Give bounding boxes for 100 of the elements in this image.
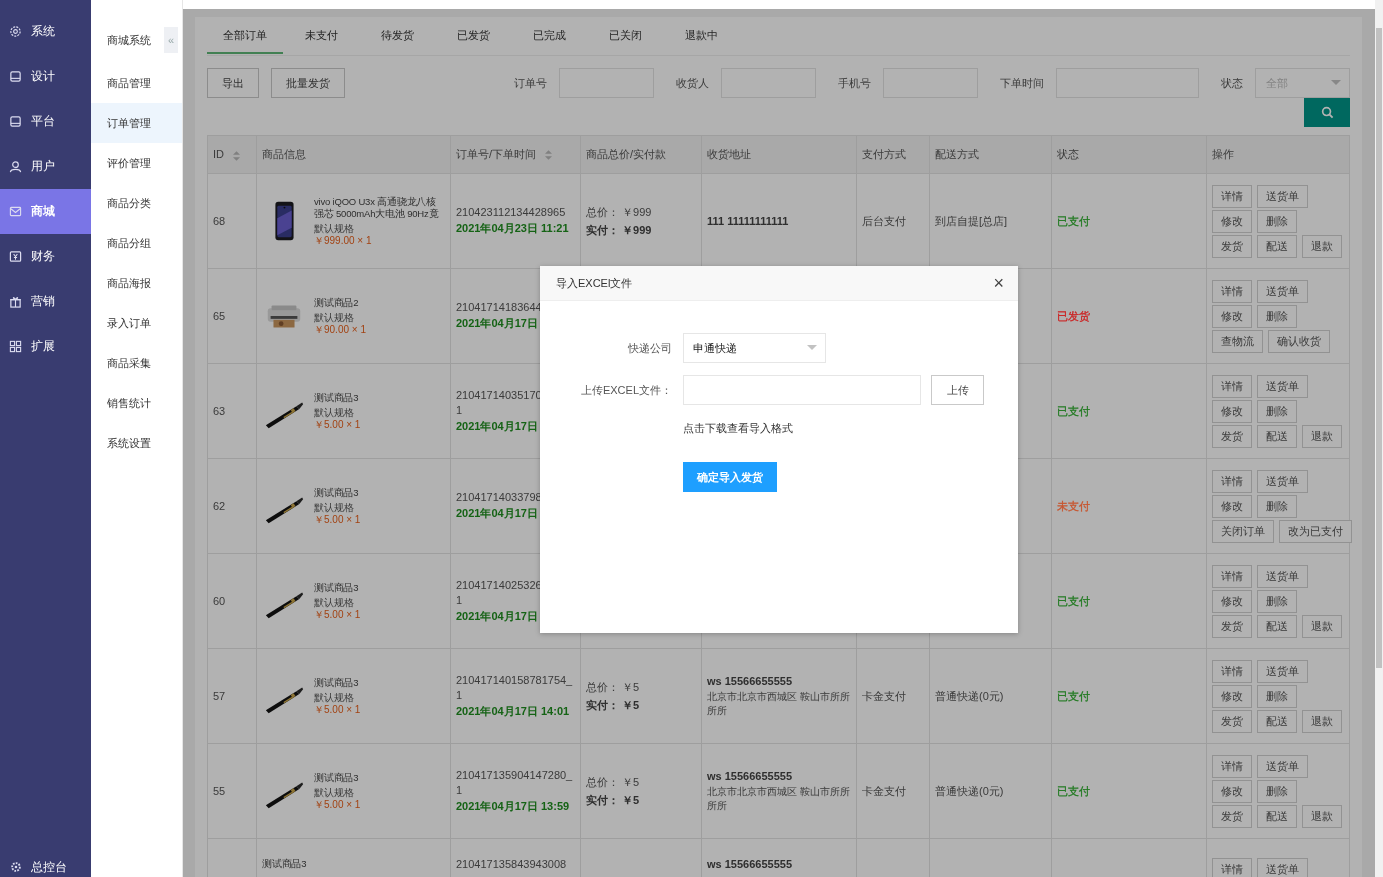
- action-button[interactable]: 退款: [1302, 614, 1342, 638]
- action-button[interactable]: 详情: [1212, 469, 1252, 493]
- sidebar-item[interactable]: 系统: [0, 9, 91, 54]
- action-button[interactable]: 送货单: [1257, 858, 1308, 877]
- toolbar-button[interactable]: 导出: [207, 68, 259, 98]
- action-button[interactable]: 退款: [1302, 234, 1342, 258]
- search-button[interactable]: [1304, 98, 1350, 127]
- order-number: 21041714025326: [456, 578, 543, 591]
- action-button[interactable]: 配送: [1257, 424, 1297, 448]
- action-button[interactable]: 配送: [1257, 234, 1297, 258]
- upload-button[interactable]: 上传: [931, 375, 984, 405]
- order-status: 已支付: [1057, 594, 1090, 607]
- tab[interactable]: 待发货: [359, 17, 435, 54]
- action-button[interactable]: 详情: [1212, 754, 1252, 778]
- action-button[interactable]: 修改: [1212, 399, 1252, 423]
- action-button[interactable]: 发货: [1212, 234, 1252, 258]
- courier-select[interactable]: 申通快递: [683, 333, 826, 363]
- action-button[interactable]: 修改: [1212, 779, 1252, 803]
- submenu-item[interactable]: 商品海报: [91, 263, 182, 303]
- action-button[interactable]: 删除: [1257, 684, 1297, 708]
- action-button[interactable]: 修改: [1212, 209, 1252, 233]
- sidebar-item[interactable]: 财务: [0, 234, 91, 279]
- action-button[interactable]: 删除: [1257, 304, 1297, 328]
- tab[interactable]: 已关闭: [587, 17, 663, 54]
- tab[interactable]: 退款中: [663, 17, 739, 54]
- action-button[interactable]: 删除: [1257, 399, 1297, 423]
- caret-icon: [807, 345, 817, 351]
- action-button[interactable]: 发货: [1212, 709, 1252, 733]
- action-button[interactable]: 送货单: [1257, 469, 1308, 493]
- action-button[interactable]: 送货单: [1257, 659, 1308, 683]
- action-button[interactable]: 删除: [1257, 779, 1297, 803]
- action-button[interactable]: 退款: [1302, 424, 1342, 448]
- scrollbar[interactable]: [1375, 0, 1383, 877]
- download-template-link[interactable]: 点击下载查看导入格式: [683, 421, 793, 436]
- action-button[interactable]: 详情: [1212, 374, 1252, 398]
- submenu-item[interactable]: 系统设置: [91, 423, 182, 463]
- recipient: ws 15566655555: [707, 674, 794, 687]
- submenu-item[interactable]: 商品采集: [91, 343, 182, 383]
- sidebar-item[interactable]: 扩展: [0, 324, 91, 369]
- action-button[interactable]: 配送: [1257, 709, 1297, 733]
- submenu-item[interactable]: 商品分组: [91, 223, 182, 263]
- action-button[interactable]: 详情: [1212, 184, 1252, 208]
- action-button[interactable]: 删除: [1257, 209, 1297, 233]
- action-button[interactable]: 详情: [1212, 659, 1252, 683]
- close-button[interactable]: ×: [993, 274, 1004, 292]
- action-button[interactable]: 修改: [1212, 494, 1252, 518]
- file-field[interactable]: [683, 375, 921, 405]
- action-button[interactable]: 确认收货: [1268, 329, 1330, 353]
- tab[interactable]: 已完成: [511, 17, 587, 54]
- submenu-item[interactable]: 商品管理: [91, 63, 182, 103]
- action-button[interactable]: 送货单: [1257, 279, 1308, 303]
- product-spec: 默认规格: [314, 406, 355, 419]
- submenu-item[interactable]: 订单管理: [91, 103, 182, 143]
- submenu-item[interactable]: 录入订单: [91, 303, 182, 343]
- action-button[interactable]: 发货: [1212, 424, 1252, 448]
- action-button[interactable]: 修改: [1212, 684, 1252, 708]
- sidebar-item[interactable]: 营销: [0, 279, 91, 324]
- field-label: 上传EXCEL文件：: [579, 382, 672, 398]
- filter-label: 状态: [1221, 75, 1243, 91]
- console-link[interactable]: 总控台: [0, 859, 91, 877]
- tab[interactable]: 未支付: [283, 17, 359, 54]
- submenu-item[interactable]: 商品分类: [91, 183, 182, 223]
- tab[interactable]: 全部订单: [207, 17, 283, 54]
- action-button[interactable]: 查物流: [1212, 329, 1263, 353]
- action-button[interactable]: 详情: [1212, 564, 1252, 588]
- action-button[interactable]: 改为已支付: [1279, 519, 1352, 543]
- column-header: 订单号/下单时间: [456, 148, 537, 160]
- sidebar-item[interactable]: 用户: [0, 144, 91, 189]
- action-button[interactable]: 发货: [1212, 804, 1252, 828]
- sidebar-item[interactable]: 商城: [0, 189, 91, 234]
- action-button[interactable]: 删除: [1257, 494, 1297, 518]
- action-button[interactable]: 修改: [1212, 589, 1252, 613]
- action-button[interactable]: 送货单: [1257, 564, 1308, 588]
- submenu-item[interactable]: 销售统计: [91, 383, 182, 423]
- product-name: 测试商品3: [314, 391, 360, 404]
- product-price: ￥5.00 × 1: [314, 513, 362, 526]
- action-button[interactable]: 送货单: [1257, 374, 1308, 398]
- action-button[interactable]: 关闭订单: [1212, 519, 1274, 543]
- action-button[interactable]: 配送: [1257, 614, 1297, 638]
- action-button[interactable]: 详情: [1212, 279, 1252, 303]
- action-button[interactable]: 送货单: [1257, 184, 1308, 208]
- action-button[interactable]: 退款: [1302, 709, 1342, 733]
- tab[interactable]: 已发货: [435, 17, 511, 54]
- order-status: 已支付: [1057, 404, 1090, 417]
- action-button[interactable]: 送货单: [1257, 754, 1308, 778]
- order-time: 2021年04月17日: [456, 608, 539, 624]
- toolbar-button[interactable]: 批量发货: [271, 68, 345, 98]
- caret-icon: [1331, 80, 1341, 86]
- action-button[interactable]: 配送: [1257, 804, 1297, 828]
- action-button[interactable]: 发货: [1212, 614, 1252, 638]
- action-button[interactable]: 退款: [1302, 804, 1342, 828]
- sidebar-item[interactable]: 设计: [0, 54, 91, 99]
- sort-icon[interactable]: [545, 150, 553, 161]
- sort-icon[interactable]: [233, 150, 241, 161]
- sidebar-item[interactable]: 平台: [0, 99, 91, 144]
- action-button[interactable]: 详情: [1212, 858, 1252, 877]
- action-button[interactable]: 删除: [1257, 589, 1297, 613]
- submenu-item[interactable]: 评价管理: [91, 143, 182, 183]
- scrollbar-thumb[interactable]: [1376, 28, 1382, 668]
- action-button[interactable]: 修改: [1212, 304, 1252, 328]
